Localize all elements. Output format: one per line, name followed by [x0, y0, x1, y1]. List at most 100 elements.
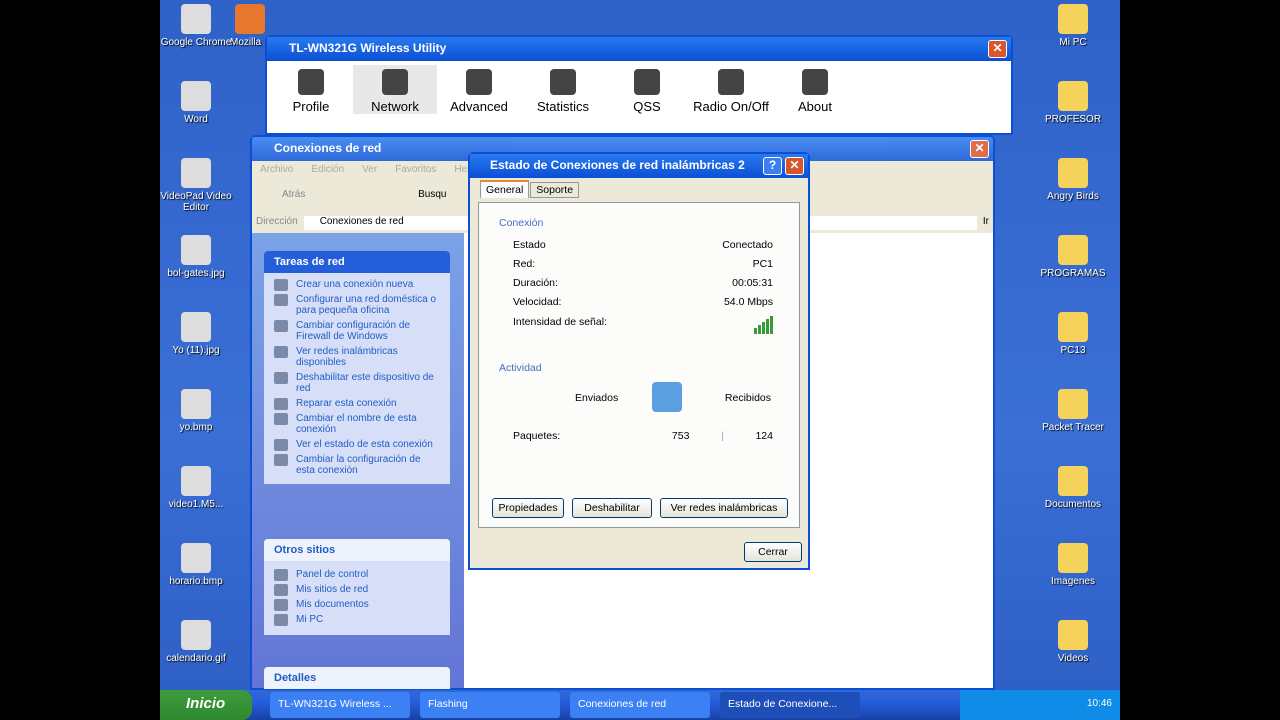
desktop-icon[interactable]: Videos	[1037, 620, 1109, 664]
desktop-icon[interactable]: video1.M5...	[160, 466, 232, 510]
desktop-icon[interactable]: Word	[160, 81, 232, 125]
tasks-panel: Tareas de red Crear una conexión nueva Con…	[264, 251, 450, 484]
taskbar-button[interactable]: Estado de Conexione...	[720, 692, 860, 718]
taskbar-label: Flashing	[428, 698, 468, 710]
view-wireless-networks-button[interactable]: Ver redes inalámbricas	[660, 498, 788, 518]
desktop-icon-label: Mi PC	[1059, 37, 1087, 48]
taskbar-button[interactable]: Flashing	[420, 692, 560, 718]
tool-network[interactable]: Network	[353, 65, 437, 114]
tool-label: Advanced	[450, 99, 508, 114]
desktop-icon[interactable]: Angry Birds	[1037, 158, 1109, 202]
task-link[interactable]: Ver redes inalámbricas disponibles	[264, 344, 450, 370]
desktop-icon[interactable]: yo.bmp	[160, 389, 232, 433]
panel-title[interactable]: Detalles	[264, 667, 450, 689]
task-link[interactable]: Cambiar la configuración de esta conexió…	[264, 452, 450, 478]
place-icon	[274, 599, 288, 611]
desktop-icon-label: video1.M5...	[168, 499, 224, 510]
search-button[interactable]: Busqu	[418, 189, 446, 200]
desktop-icon-label: PROFESOR	[1044, 114, 1102, 125]
panel-title[interactable]: Otros sitios	[264, 539, 450, 561]
task-link[interactable]: Cambiar configuración de Firewall de Win…	[264, 318, 450, 344]
task-link[interactable]: Configurar una red doméstica o para pequ…	[264, 292, 450, 318]
desktop-icon-label: PROGRAMAS	[1040, 268, 1106, 279]
tab-general[interactable]: General	[480, 180, 530, 198]
panel-title[interactable]: Tareas de red	[264, 251, 450, 273]
close-dialog-button[interactable]: Cerrar	[744, 542, 802, 562]
place-label: Mis documentos	[296, 599, 369, 610]
task-link[interactable]: Crear una conexión nueva	[264, 277, 450, 292]
task-label: Reparar esta conexión	[296, 398, 397, 409]
desktop-icon-label: bol-gates.jpg	[167, 268, 225, 279]
system-tray: 10:46	[960, 690, 1120, 720]
menu-item[interactable]: Ver	[362, 164, 377, 175]
desktop-icon-label: Word	[184, 114, 208, 125]
properties-button[interactable]: Propiedades	[492, 498, 564, 518]
tool-statistics[interactable]: Statistics	[521, 65, 605, 114]
desktop-icon[interactable]: Documentos	[1037, 466, 1109, 510]
tool-radioonoff[interactable]: Radio On/Off	[689, 65, 773, 114]
close-button[interactable]: ✕	[988, 40, 1007, 58]
taskbar-label: TL-WN321G Wireless ...	[278, 698, 392, 710]
task-label: Ver redes inalámbricas disponibles	[296, 346, 398, 368]
tool-icon	[634, 69, 660, 95]
address-label: Dirección	[256, 216, 298, 227]
go-button[interactable]: Ir	[983, 216, 989, 230]
window-title: Conexiones de red	[274, 141, 382, 155]
desktop-icon[interactable]: PROFESOR	[1037, 81, 1109, 125]
menu-item[interactable]: Edición	[311, 164, 344, 175]
task-link[interactable]: Cambiar el nombre de esta conexión	[264, 411, 450, 437]
desktop-icon-label: Google Chrome	[160, 37, 232, 48]
info-value: PC1	[752, 258, 773, 270]
taskbar-button[interactable]: Conexiones de red	[570, 692, 710, 718]
place-link[interactable]: Panel de control	[264, 567, 450, 582]
help-button[interactable]: ?	[763, 157, 782, 175]
desktop-icon[interactable]: Google Chrome	[160, 4, 232, 48]
place-label: Panel de control	[296, 569, 369, 580]
task-label: Cambiar configuración de Firewall de Win…	[296, 320, 410, 342]
desktop-icon[interactable]: PROGRAMAS	[1037, 235, 1109, 279]
menu-item[interactable]: Archivo	[260, 164, 293, 175]
desktop-icon-mozilla[interactable]: Mozilla	[230, 4, 270, 48]
place-link[interactable]: Mis documentos	[264, 597, 450, 612]
desktop-icon[interactable]: bol-gates.jpg	[160, 235, 232, 279]
task-link[interactable]: Ver el estado de esta conexión	[264, 437, 450, 452]
place-icon	[274, 614, 288, 626]
desktop-icon[interactable]: VideoPad Video Editor	[160, 158, 232, 213]
start-button[interactable]: Inicio	[160, 690, 252, 720]
info-label: Estado	[513, 239, 546, 251]
task-link[interactable]: Deshabilitar este dispositivo de red	[264, 370, 450, 396]
task-icon	[274, 372, 288, 384]
disable-button[interactable]: Deshabilitar	[572, 498, 652, 518]
task-icon	[274, 413, 288, 425]
tool-label: QSS	[633, 99, 661, 114]
desktop-icon[interactable]: horario.bmp	[160, 543, 232, 587]
desktop-icon-label: yo.bmp	[179, 422, 213, 433]
desktop-icon[interactable]: Packet Tracer	[1037, 389, 1109, 433]
desktop-icon[interactable]: Mi PC	[1037, 4, 1109, 48]
task-icon	[274, 279, 288, 291]
desktop-icon[interactable]: Yo (11).jpg	[160, 312, 232, 356]
info-label: Velocidad:	[513, 296, 562, 308]
task-icon	[274, 346, 288, 358]
desktop-icon[interactable]: PC13	[1037, 312, 1109, 356]
place-link[interactable]: Mi PC	[264, 612, 450, 627]
info-row: Velocidad: 54.0 Mbps	[513, 296, 773, 308]
desktop-icon[interactable]: calendario.gif	[160, 620, 232, 664]
tool-about[interactable]: About	[773, 65, 857, 114]
back-button[interactable]: Atrás	[282, 189, 305, 200]
task-link[interactable]: Reparar esta conexión	[264, 396, 450, 411]
network-computer-icon	[652, 382, 682, 412]
tool-advanced[interactable]: Advanced	[437, 65, 521, 114]
taskbar-button[interactable]: TL-WN321G Wireless ...	[270, 692, 410, 718]
tool-icon	[718, 69, 744, 95]
tab-support[interactable]: Soporte	[530, 182, 580, 198]
tool-qss[interactable]: QSS	[605, 65, 689, 114]
desktop-icon[interactable]: Imagenes	[1037, 543, 1109, 587]
close-button[interactable]: ✕	[970, 140, 989, 158]
menu-item[interactable]: Favoritos	[395, 164, 436, 175]
tool-profile[interactable]: Profile	[269, 65, 353, 114]
task-icon	[274, 294, 288, 306]
signal-label: Intensidad de señal:	[513, 316, 607, 328]
close-button[interactable]: ✕	[785, 157, 804, 175]
place-link[interactable]: Mis sitios de red	[264, 582, 450, 597]
